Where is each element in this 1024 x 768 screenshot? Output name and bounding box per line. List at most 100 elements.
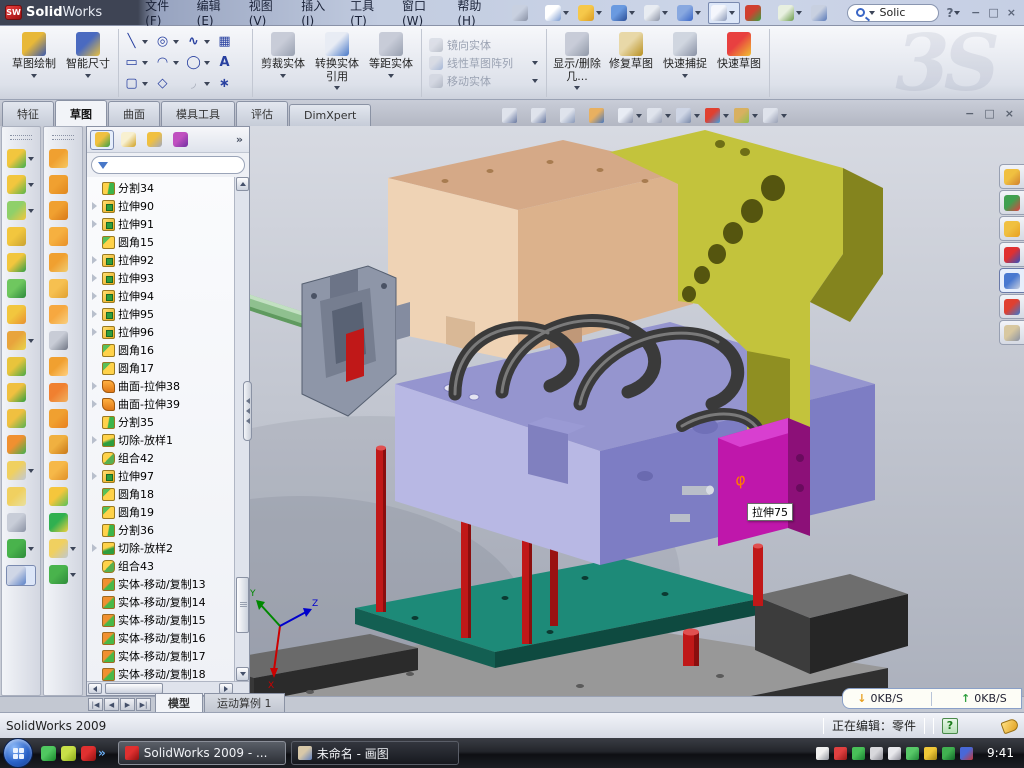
chevron-down-icon[interactable] [634,112,643,120]
tree-item[interactable]: 拉伸97 [87,467,249,485]
chevron-down-icon[interactable] [140,59,149,67]
quick-tips-button[interactable]: ? [942,718,958,734]
scroll-down-arrow[interactable] [236,667,249,681]
tray-icon[interactable] [960,747,973,760]
chevron-down-icon[interactable] [795,9,804,17]
chevron-down-icon[interactable] [530,77,539,85]
ribbon-button[interactable]: 快速草图 [712,29,766,97]
tree-item[interactable]: 实体-移动/复制13 [87,575,249,593]
sketch-entity-button[interactable]: ∗ [217,74,247,94]
tree-item[interactable]: 组合42 [87,449,249,467]
feature-tool-button[interactable] [7,253,35,272]
expand-arrow-icon[interactable] [90,202,99,211]
manager-tab[interactable] [168,130,192,150]
surface-tool-button[interactable] [49,253,77,272]
part-slider-block[interactable]: φ [718,418,810,546]
surface-tool-button[interactable] [49,305,77,324]
chevron-down-icon[interactable] [202,80,211,88]
tray-icon[interactable] [924,747,937,760]
chevron-down-icon[interactable] [26,181,35,189]
ribbon-stack-button[interactable]: 移动实体 [429,73,539,89]
surface-tool-button[interactable] [49,513,77,532]
tree-item[interactable]: 圆角16 [87,341,249,359]
toolbar-button[interactable] [708,2,740,24]
tree-item[interactable]: 拉伸91 [87,215,249,233]
tree-item[interactable]: 实体-移动/复制15 [87,611,249,629]
chevron-down-icon[interactable] [595,9,604,17]
sketch-entity-button[interactable]: ▦ [217,32,247,52]
sketch-entity-button[interactable]: ◞ [186,74,216,94]
chevron-down-icon[interactable] [171,38,180,46]
chevron-down-icon[interactable] [26,337,35,345]
tree-item[interactable]: 实体-移动/复制16 [87,629,249,647]
chevron-down-icon[interactable] [663,112,672,120]
tree-item[interactable]: 实体-移动/复制18 [87,665,249,681]
tree-item[interactable]: 圆角17 [87,359,249,377]
task-pane-tab[interactable] [999,164,1024,189]
tab-nav-button[interactable]: ▶ [120,698,135,711]
chevron-down-icon[interactable] [26,467,35,475]
expand-arrow-icon[interactable] [90,310,99,319]
toolbar-button[interactable] [576,3,606,23]
tree-item[interactable]: 拉伸96 [87,323,249,341]
chevron-down-icon[interactable] [530,59,539,67]
manager-tabs-overflow[interactable]: » [236,133,245,146]
toolbar-button[interactable] [642,3,672,23]
tree-item[interactable]: 分割36 [87,521,249,539]
surface-tool-button[interactable] [49,461,77,480]
expand-arrow-icon[interactable] [90,292,99,301]
expand-arrow-icon[interactable] [90,256,99,265]
tree-item[interactable]: 圆角15 [87,233,249,251]
tree-filter-input[interactable] [112,160,238,171]
toolbar-button[interactable] [675,3,705,23]
feature-tool-button[interactable] [7,513,35,532]
sketch-entity-button[interactable]: ◎ [155,32,185,52]
view-tool-button[interactable] [502,108,527,123]
task-button[interactable]: SolidWorks 2009 - ... [118,741,286,765]
expand-arrow-icon[interactable] [90,436,99,445]
chevron-down-icon[interactable] [84,72,93,80]
ribbon-stack-button[interactable]: 线性草图阵列 [429,55,539,71]
expand-arrow-icon[interactable] [90,382,99,391]
sketch-entity-button[interactable]: ▭ [124,53,154,73]
tree-item[interactable]: 圆角18 [87,485,249,503]
chevron-down-icon[interactable] [140,80,149,88]
task-pane-tab[interactable] [999,190,1024,215]
expand-arrow-icon[interactable] [90,544,99,553]
panel-splitter[interactable] [243,381,252,441]
chevron-down-icon[interactable] [573,84,582,92]
sketch-entity-button[interactable]: A [217,53,247,73]
tree-item[interactable]: 切除-放样2 [87,539,249,557]
command-tab[interactable]: DimXpert [289,104,371,126]
chevron-down-icon[interactable] [140,38,149,46]
tag-icon[interactable] [1000,717,1019,734]
chevron-down-icon[interactable] [30,72,39,80]
feature-tool-button[interactable] [7,409,35,428]
toolbar-button[interactable] [609,3,639,23]
manager-tab[interactable] [90,130,114,150]
chevron-down-icon[interactable] [333,84,342,92]
expand-arrow-icon[interactable] [90,220,99,229]
tree-item[interactable]: 拉伸92 [87,251,249,269]
surface-tool-button[interactable] [49,357,77,376]
quick-launch-icon[interactable] [41,746,56,761]
surface-tool-button[interactable] [49,331,77,350]
surface-tool-button[interactable] [49,175,77,194]
tree-item[interactable]: 分割34 [87,179,249,197]
command-tab[interactable]: 曲面 [108,101,160,126]
tree-item[interactable]: 实体-移动/复制17 [87,647,249,665]
tree-item[interactable]: 分割35 [87,413,249,431]
view-tool-button[interactable] [618,108,643,123]
tree-item[interactable]: 拉伸94 [87,287,249,305]
view-tool-button[interactable] [734,108,759,123]
tab-nav-button[interactable]: ◀ [104,698,119,711]
feature-tool-button[interactable] [7,175,35,194]
tree-item[interactable]: 曲面-拉伸39 [87,395,249,413]
task-pane-tab[interactable] [999,294,1024,319]
feature-tool-button[interactable] [7,383,35,402]
view-tool-button[interactable] [647,108,672,123]
chevron-down-icon[interactable] [868,9,877,17]
sketch-entity-button[interactable]: ▢ [124,74,154,94]
tree-item[interactable]: 圆角19 [87,503,249,521]
tray-icon[interactable] [870,747,883,760]
